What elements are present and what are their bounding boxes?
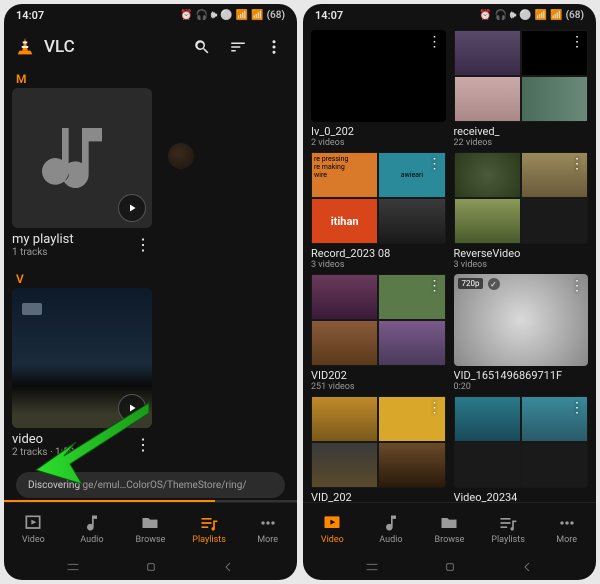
seen-check-icon: ✓ [488,278,500,290]
item-more-icon[interactable]: ⋮ [570,400,584,416]
android-nav [4,554,297,580]
item-more-icon[interactable]: ⋮ [428,156,442,172]
tab-browse[interactable]: Browse [121,503,180,554]
tab-audio[interactable]: Audio [362,503,421,554]
screen-playlists: 14:07 ⏰🎧🕪⚪📶📶 (68) VLC M [4,4,297,580]
play-button[interactable] [118,394,146,422]
playlist-more-icon[interactable]: ⋮ [134,240,152,250]
back-icon[interactable] [220,559,236,575]
statusbar: 14:07 ⏰🎧🕪⚪📶📶 (68) [303,4,596,26]
search-icon[interactable] [193,38,211,56]
tab-more[interactable]: More [238,503,297,554]
video-folder[interactable]: ⋮ Iv_0_202 2 videos [311,30,446,148]
playlist-card[interactable]: my playlist 1 tracks ⋮ [12,88,152,262]
video-folder[interactable]: re pressingre makingwire awieari itihan … [311,152,446,270]
app-header: VLC [4,26,297,68]
quality-badge: 720p [458,278,484,289]
item-more-icon[interactable]: ⋮ [570,34,584,50]
item-more-icon[interactable]: ⋮ [428,278,442,294]
playlist-name: video [12,432,134,447]
video-folder[interactable]: ⋮ received_ 22 videos [454,30,589,148]
item-more-icon[interactable]: ⋮ [570,278,584,294]
home-icon[interactable] [442,559,458,575]
playlist-name: my playlist [12,232,134,247]
playlist-thumbnail [12,88,152,228]
video-folder[interactable]: ⋮ Video_20234 2 videos [454,396,589,502]
video-folder[interactable]: ⋮ ReverseVideo 3 videos [454,152,589,270]
section-header-m: M [12,68,289,88]
playlist-more-icon[interactable]: ⋮ [134,440,152,450]
home-icon[interactable] [143,559,159,575]
tab-playlists[interactable]: Playlists [479,503,538,554]
item-more-icon[interactable]: ⋮ [570,156,584,172]
status-icons: ⏰🎧🕪⚪📶📶 (68) [180,10,285,21]
vlc-logo-icon [14,36,36,58]
bottom-nav: Video Audio Browse Playlists More [4,502,297,554]
recent-apps-icon[interactable] [65,559,81,575]
item-more-icon[interactable]: ⋮ [428,34,442,50]
clock: 14:07 [16,9,44,22]
playlist-thumbnail [12,288,152,428]
tab-playlists[interactable]: Playlists [180,503,239,554]
statusbar: 14:07 ⏰🎧🕪⚪📶📶 (68) [4,4,297,26]
music-note-icon [42,118,122,198]
playlist-subtitle: 1 tracks [12,247,134,258]
recent-apps-icon[interactable] [364,559,380,575]
status-icons: ⏰🎧🕪⚪📶📶 (68) [479,10,584,21]
video-grid: ⋮ Iv_0_202 2 videos ⋮ received_ 22 video… [303,26,596,502]
tab-video[interactable]: Video [303,503,362,554]
video-file[interactable]: 720p ✓ ⋮ VID_1651496869711F 0:20 [454,274,589,392]
tab-audio[interactable]: Audio [63,503,122,554]
tab-video[interactable]: Video [4,503,63,554]
video-folder[interactable]: ⋮ VID_202 36 videos [311,396,446,502]
playlist-list: M my playlist 1 tracks ⋮ V [4,68,297,502]
android-nav [303,554,596,580]
video-folder[interactable]: ⋮ VID202 251 videos [311,274,446,392]
playlist-card[interactable]: video 2 tracks · 1:59 ⋮ [12,288,152,462]
back-icon[interactable] [519,559,535,575]
discovery-snackbar: Discovering ge/emul…ColorOS/ThemeStore/r… [16,472,285,498]
play-button[interactable] [118,194,146,222]
clock: 14:07 [315,9,343,22]
sort-icon[interactable] [229,38,247,56]
playlist-subtitle: 2 tracks · 1:59 [12,447,134,458]
screen-video: 14:07 ⏰🎧🕪⚪📶📶 (68) ⋮ Iv_0_202 2 videos ⋮ … [303,4,596,580]
overflow-icon[interactable] [265,38,283,56]
discovery-progress [4,500,297,502]
fast-scroll-thumb[interactable] [168,143,194,169]
app-title: VLC [44,37,185,57]
tab-more[interactable]: More [537,503,596,554]
tab-browse[interactable]: Browse [420,503,479,554]
item-more-icon[interactable]: ⋮ [428,400,442,416]
section-header-v: V [12,268,289,288]
bottom-nav: Video Audio Browse Playlists More [303,502,596,554]
